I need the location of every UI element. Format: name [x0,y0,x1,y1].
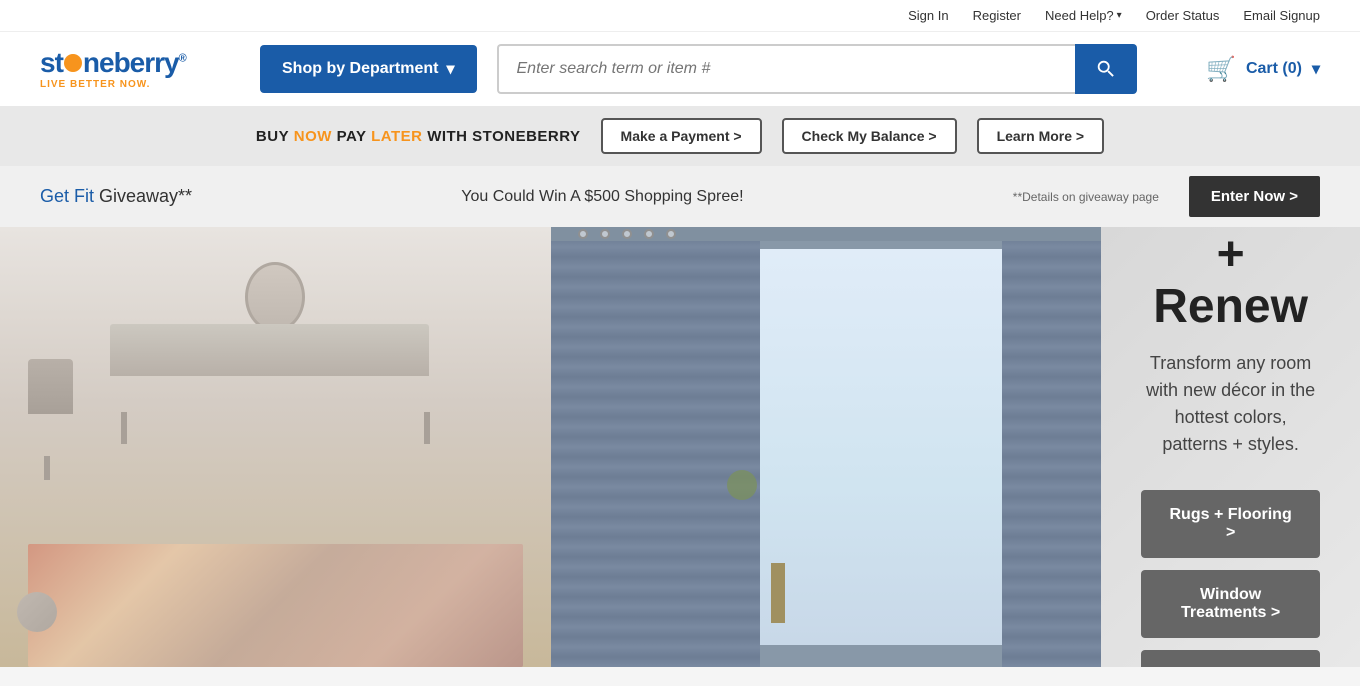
curtain-left-panel [551,227,760,667]
promo-text: BUY now PAY later WITH STONEBERRY [256,128,581,145]
window-treatments-button[interactable]: Window Treatments > [1141,570,1320,638]
window-light [760,249,1002,645]
all-home-decor-button[interactable]: All Home Décor > [1141,650,1320,667]
need-help-menu[interactable]: Need Help? ▾ [1045,8,1122,23]
giveaway-title: Get Fit Giveaway** [40,186,192,207]
signin-link[interactable]: Sign In [908,8,948,23]
promo-now: now [294,128,332,145]
room-chair [28,359,73,414]
shop-by-department-button[interactable]: Shop by Department ▾ [260,45,477,93]
room-table-top [110,324,429,376]
hero-content: Refresh + Renew Transform any room with … [1101,227,1360,667]
search-area [497,44,1137,94]
promo-later: later [371,128,422,145]
logo-tagline: LIVE BETTER NOW. [40,79,240,90]
learn-more-button[interactable]: Learn More > [977,118,1105,154]
cart-icon: 🛒 [1206,55,1236,84]
make-payment-button[interactable]: Make a Payment > [601,118,762,154]
curtain-right-panel [1002,227,1101,667]
logo-reg: ® [179,52,186,64]
chevron-down-icon: ▾ [1312,59,1320,79]
plant-stem [771,563,785,623]
room-pouf [17,592,57,632]
hero-subtitle: Transform any room with new décor in the… [1141,350,1320,458]
giveaway-body: You Could Win A $500 Shopping Spree! [222,188,983,206]
cart-label: Cart (0) [1246,60,1302,78]
room-scene [0,227,551,667]
plant-leaf [727,470,757,500]
order-status-link[interactable]: Order Status [1146,8,1220,23]
room-mirror [245,262,305,332]
search-button[interactable] [1075,44,1137,94]
logo: stneberry® LIVE BETTER NOW. [40,49,240,90]
search-input[interactable] [497,44,1075,94]
hero-image-left [0,227,551,667]
chevron-down-icon: ▾ [1117,10,1122,21]
top-nav: Sign In Register Need Help? ▾ Order Stat… [0,0,1360,32]
curtain-rings [578,229,676,239]
promo-pay: PAY [337,128,367,145]
logo-o-icon [64,54,82,72]
rugs-flooring-button[interactable]: Rugs + Flooring > [1141,490,1320,558]
giveaway-details: **Details on giveaway page [1013,190,1159,204]
room-rug [28,544,524,667]
hero-buttons: Rugs + Flooring > Window Treatments > Al… [1141,490,1320,667]
table-leg-right [424,412,430,444]
giveaway-banner: Get Fit Giveaway** You Could Win A $500 … [0,166,1360,227]
curtain-scene [551,227,1102,667]
enter-now-button[interactable]: Enter Now > [1189,176,1320,217]
hero-image-right [551,227,1102,667]
hero-section: Refresh + Renew Transform any room with … [0,227,1360,667]
header: stneberry® LIVE BETTER NOW. Shop by Depa… [0,32,1360,106]
giveaway-title-colored: Get Fit [40,186,94,206]
cart-button[interactable]: 🛒 Cart (0) ▾ [1206,55,1320,84]
register-link[interactable]: Register [973,8,1021,23]
promo-buy: BUY [256,128,289,145]
shop-by-department-label: Shop by Department [282,60,438,78]
need-help-link[interactable]: Need Help? [1045,8,1114,23]
logo-brand: stneberry® [40,49,240,77]
promo-banner: BUY now PAY later WITH STONEBERRY Make a… [0,106,1360,166]
table-leg-left [121,412,127,444]
check-balance-button[interactable]: Check My Balance > [782,118,957,154]
hero-title: Refresh + Renew [1141,227,1320,334]
search-icon [1095,58,1117,80]
email-signup-link[interactable]: Email Signup [1243,8,1320,23]
chevron-down-icon: ▾ [446,59,454,79]
giveaway-title-rest: Giveaway** [94,186,192,206]
chair-leg [44,456,50,480]
promo-with: WITH STONEBERRY [427,128,580,145]
